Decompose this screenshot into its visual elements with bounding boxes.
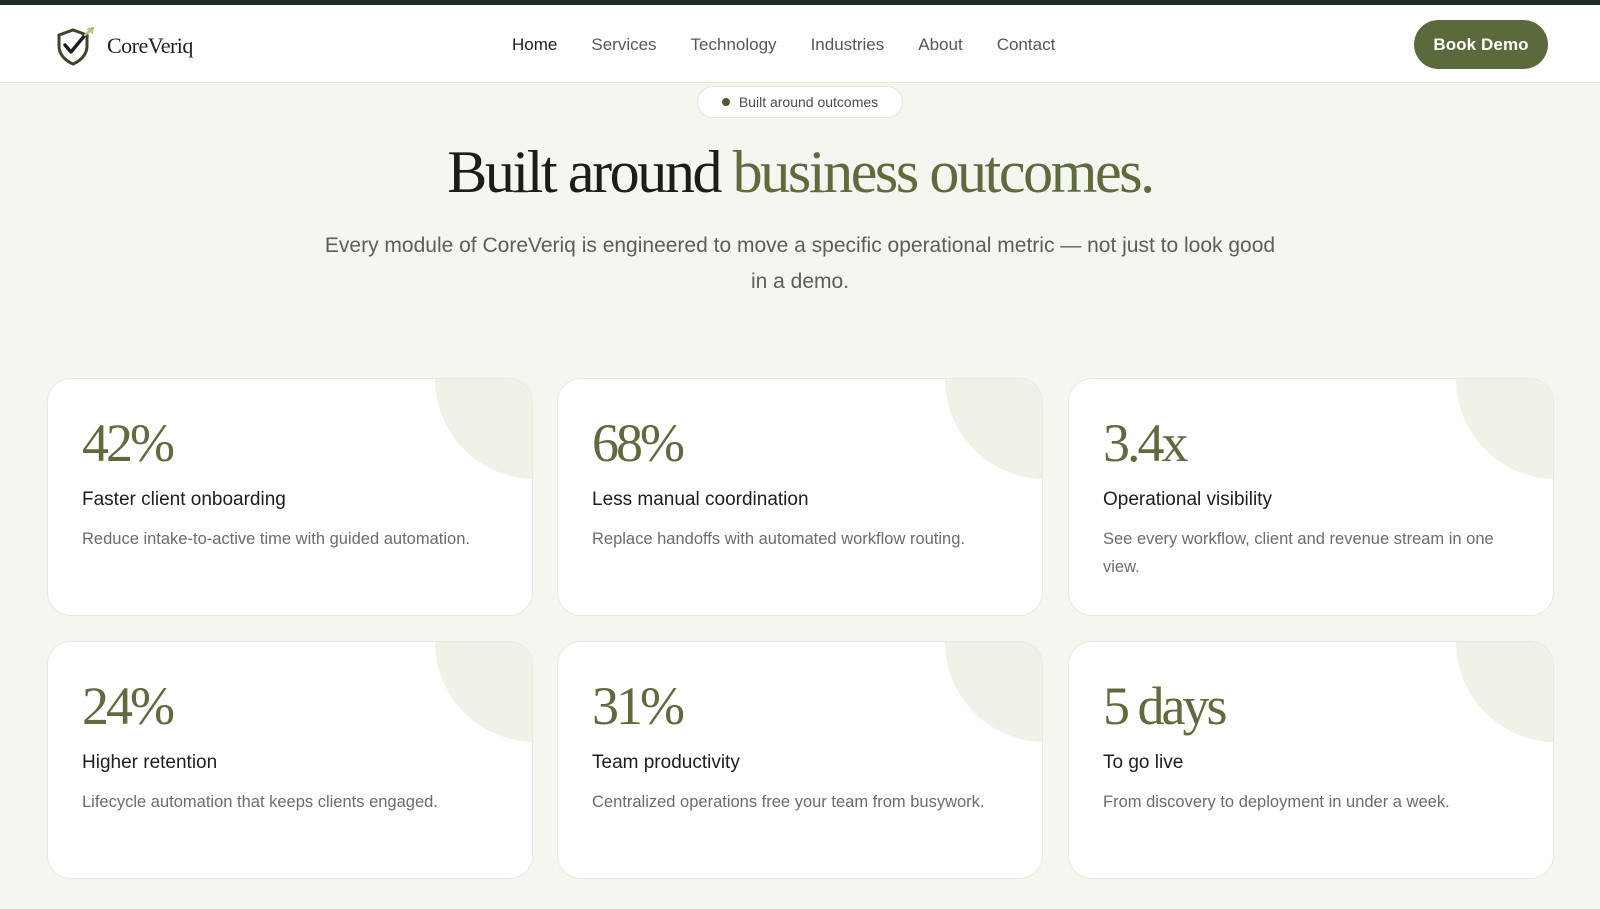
section-badge: Built around outcomes: [697, 86, 903, 118]
metric-title: Less manual coordination: [592, 489, 809, 510]
site-header: CoreVeriq Home Services Technology Indus…: [0, 5, 1600, 83]
card-decoration: [1456, 642, 1553, 742]
metric-description: Lifecycle automation that keeps clients …: [82, 793, 438, 811]
title-accent: business outcomes.: [732, 139, 1156, 205]
nav-services[interactable]: Services: [591, 34, 656, 56]
brand-name: CoreVeriq: [107, 33, 193, 58]
metric-title: Team productivity: [592, 752, 740, 773]
metric-description: Replace handoffs with automated workflow…: [592, 530, 965, 548]
book-demo-button[interactable]: Book Demo: [1414, 20, 1548, 69]
nav-home[interactable]: Home: [512, 34, 557, 56]
metric-card: 3.4x Operational visibility See every wo…: [1068, 378, 1554, 616]
metric-value: 24%: [82, 676, 175, 736]
card-decoration: [945, 379, 1042, 479]
card-decoration: [945, 642, 1042, 742]
nav-industries[interactable]: Industries: [811, 34, 885, 56]
main-nav: Home Services Technology Industries Abou…: [512, 34, 1089, 56]
metric-card: 68% Less manual coordination Replace han…: [557, 378, 1043, 616]
badge-dot-icon: [721, 98, 730, 106]
metric-title: Operational visibility: [1103, 489, 1272, 510]
badge-label: Built around outcomes: [738, 94, 879, 110]
metric-title: To go live: [1103, 752, 1184, 773]
section-title: Built around business outcomes.: [0, 138, 1600, 207]
metric-value: 31%: [592, 676, 685, 736]
metric-card: 24% Higher retention Lifecycle automatio…: [47, 641, 533, 879]
shield-check-logo-icon: [57, 26, 95, 66]
metric-description: Reduce intake-to-active time with guided…: [82, 530, 470, 548]
metric-value: 5 days: [1103, 676, 1227, 736]
metric-title: Higher retention: [82, 752, 218, 773]
nav-about[interactable]: About: [918, 34, 962, 56]
nav-contact[interactable]: Contact: [997, 34, 1056, 56]
metric-card: 31% Team productivity Centralized operat…: [557, 641, 1043, 879]
card-decoration: [1456, 379, 1553, 479]
metric-description: From discovery to deployment in under a …: [1103, 793, 1450, 811]
metric-value: 68%: [592, 413, 685, 473]
card-decoration: [435, 379, 532, 479]
metric-card: 42% Faster client onboarding Reduce inta…: [47, 378, 533, 616]
metric-description: See every workflow, client and revenue s…: [1103, 530, 1494, 576]
nav-technology[interactable]: Technology: [691, 34, 777, 56]
card-decoration: [435, 642, 532, 742]
metric-value: 42%: [82, 413, 175, 473]
title-main: Built around: [447, 139, 722, 205]
section-subtitle: Every module of CoreVeriq is engineered …: [324, 234, 1276, 293]
metric-description: Centralized operations free your team fr…: [592, 793, 985, 811]
metric-value: 3.4x: [1103, 413, 1188, 473]
metric-title: Faster client onboarding: [82, 489, 286, 510]
metric-card: 5 days To go live From discovery to depl…: [1068, 641, 1554, 879]
brand-logo-link[interactable]: CoreVeriq: [55, 26, 193, 66]
